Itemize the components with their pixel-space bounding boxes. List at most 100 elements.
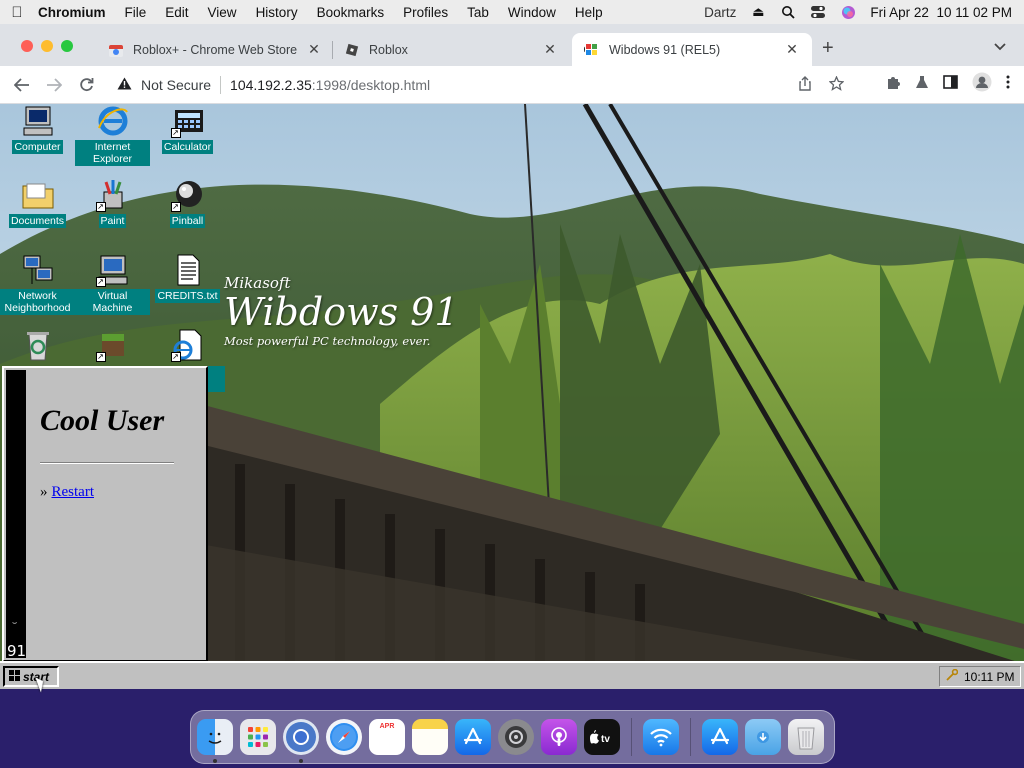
maximize-window-button[interactable] — [61, 40, 73, 52]
tab-close-icon[interactable]: ✕ — [784, 41, 800, 58]
tab-wibdows-91[interactable]: Wibdows 91 (REL5) ✕ — [572, 33, 812, 66]
podcasts-icon[interactable] — [541, 719, 577, 755]
app-store-folder-icon[interactable] — [702, 719, 738, 755]
new-tab-plus-icon[interactable]: + — [822, 37, 834, 60]
desktop-icon-label: Paint — [98, 214, 127, 228]
extensions-puzzle-icon[interactable] — [886, 75, 901, 94]
wifi-utility-icon[interactable] — [643, 719, 679, 755]
finder-icon[interactable] — [197, 719, 233, 763]
control-center-icon[interactable] — [810, 5, 826, 19]
app-store-icon[interactable] — [455, 719, 491, 755]
internet-explorer-icon — [96, 104, 130, 138]
start-button[interactable]: start — [3, 666, 59, 687]
desktop-icon-internet-explorer[interactable]: Internet Explorer — [75, 104, 150, 166]
shortcut-arrow-icon: ↗ — [95, 277, 106, 287]
menu-profiles[interactable]: Profiles — [403, 5, 448, 20]
desktop-icon-virtual-machine[interactable]: ↗ Virtual Machine — [75, 253, 150, 315]
desktop-icon-label: Virtual Machine — [75, 289, 150, 315]
tray-clock[interactable]: 10:11 PM — [964, 670, 1014, 684]
desktop-icon-recycle-bin[interactable] — [0, 328, 75, 364]
url-path: :1998/desktop.html — [311, 77, 431, 93]
minimize-window-button[interactable] — [41, 40, 53, 52]
desktop-icon-paint[interactable]: ↗ Paint — [75, 178, 150, 228]
tab-roblox-plus[interactable]: Roblox+ - Chrome Web Store ✕ — [96, 33, 334, 66]
html-document-icon: ↗ — [170, 328, 205, 362]
brand-tagline: Most powerful PC technology, ever. — [224, 334, 431, 348]
menu-view[interactable]: View — [208, 5, 237, 20]
side-panel-icon[interactable] — [943, 75, 958, 93]
desktop-icon-html-document[interactable]: ↗ — [150, 328, 225, 364]
desktop-icon-label: Documents — [8, 214, 67, 228]
menu-app-name[interactable]: Chromium — [38, 5, 106, 20]
calculator-icon: ↗ — [170, 104, 205, 138]
share-icon[interactable] — [799, 75, 811, 95]
menu-window[interactable]: Window — [508, 5, 556, 20]
tab-strip: Roblox+ - Chrome Web Store ✕ Roblox ✕ Wi… — [0, 24, 1024, 66]
tab-roblox[interactable]: Roblox ✕ — [332, 33, 570, 66]
menu-help[interactable]: Help — [575, 5, 603, 20]
shortcut-arrow-icon: ↗ — [170, 352, 181, 362]
desktop-icon-minecraft[interactable]: ↗ — [75, 328, 150, 364]
tab-close-icon[interactable]: ✕ — [542, 41, 558, 58]
key-icon[interactable] — [946, 668, 959, 684]
desktop-icon-credits-txt[interactable]: CREDITS.txt — [150, 253, 225, 303]
close-window-button[interactable] — [21, 40, 33, 52]
trash-icon[interactable] — [788, 719, 824, 755]
dock-separator — [631, 718, 632, 756]
profile-avatar-icon[interactable] — [972, 72, 992, 96]
apple-tv-icon[interactable]: tv — [584, 719, 620, 755]
chromium-icon[interactable] — [283, 719, 319, 763]
menu-history[interactable]: History — [256, 5, 298, 20]
win91-taskbar: start 10:11 PM — [0, 661, 1024, 689]
tab-close-icon[interactable]: ✕ — [306, 41, 322, 58]
desktop-icon-pinball[interactable]: ↗ Pinball — [150, 178, 225, 228]
macos-menu-bar:  Chromium File Edit View History Bookma… — [0, 0, 1024, 24]
desktop-icon-label: Computer — [12, 140, 63, 154]
documents-folder-icon — [21, 178, 55, 212]
security-status-label[interactable]: Not Secure — [141, 77, 211, 93]
calendar-icon[interactable]: APR 22 — [369, 719, 405, 755]
tab-search-chevron-icon[interactable] — [994, 40, 1006, 54]
system-preferences-icon[interactable] — [498, 719, 534, 755]
desktop-icon-network-neighborhood[interactable]: Network Neighborhood — [0, 253, 75, 315]
apple-menu-icon[interactable]:  — [10, 4, 24, 21]
menu-tab[interactable]: Tab — [467, 5, 489, 20]
menu-file[interactable]: File — [125, 5, 147, 20]
notes-icon[interactable] — [412, 719, 448, 755]
menu-bullet: » — [40, 484, 48, 500]
forward-arrow-icon[interactable] — [38, 71, 70, 99]
selected-label-fragment — [208, 366, 225, 392]
desktop-icon-calculator[interactable]: ↗ Calculator — [150, 104, 225, 154]
downloads-folder-icon[interactable] — [745, 719, 781, 755]
desktop-icon-documents[interactable]: Documents — [0, 178, 75, 228]
desktop-icon-computer[interactable]: Computer — [0, 104, 75, 154]
restart-menu-item[interactable]: » Restart — [40, 484, 94, 501]
address-bar[interactable]: Not Secure 104.192.2.35 :1998/desktop.ht… — [108, 71, 856, 99]
extension-flask-icon[interactable] — [915, 75, 929, 94]
siri-icon[interactable] — [840, 5, 856, 19]
chrome-web-store-icon — [108, 42, 124, 58]
menu-edit[interactable]: Edit — [165, 5, 188, 20]
restart-link[interactable]: Restart — [52, 484, 95, 500]
text-file-icon — [171, 253, 205, 287]
browser-menu-icon[interactable] — [1006, 75, 1010, 93]
omnibox-divider — [220, 76, 222, 94]
menu-user-name[interactable]: Dartz — [704, 5, 736, 20]
eject-icon[interactable]: ⏏ — [750, 4, 766, 19]
back-arrow-icon[interactable] — [6, 71, 38, 99]
calendar-day: 22 — [375, 730, 399, 752]
reload-icon[interactable] — [70, 71, 102, 99]
safari-icon[interactable] — [326, 719, 362, 755]
warning-triangle-icon[interactable] — [117, 77, 135, 93]
tab-title: Wibdows 91 (REL5) — [609, 42, 721, 57]
wibdows-brand: Mikasoft Wibdows 91 Most powerful PC tec… — [224, 274, 459, 348]
minecraft-icon: ↗ — [95, 328, 130, 362]
spotlight-search-icon[interactable] — [780, 5, 796, 19]
bookmark-star-icon[interactable] — [828, 74, 845, 95]
start-menu-divider — [40, 462, 174, 464]
launchpad-icon[interactable] — [240, 719, 276, 755]
desktop-icon-label: Calculator — [161, 140, 214, 154]
menu-clock[interactable]: Fri Apr 22 10 11 02 PM — [870, 5, 1012, 20]
menu-bookmarks[interactable]: Bookmarks — [317, 5, 385, 20]
windows-logo-icon — [584, 42, 600, 58]
